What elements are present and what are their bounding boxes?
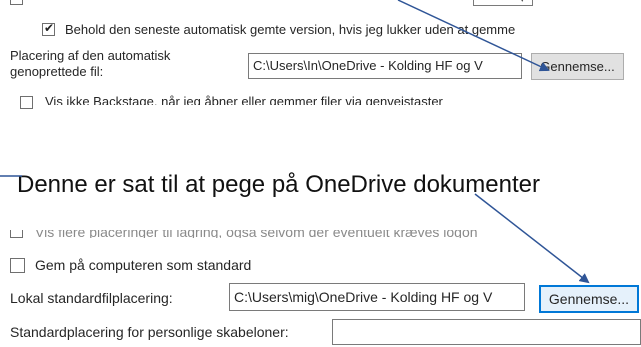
more-locations-checkbox[interactable]	[10, 230, 23, 238]
templates-location-label: Standardplacering for personlige skabelo…	[10, 324, 289, 340]
keep-autosaved-label: Behold den seneste automatisk gemte vers…	[65, 22, 516, 37]
annotation-caption: Denne er sat til at pege på OneDrive dok…	[17, 171, 540, 198]
cut-off-dropdown-arrow-icon: ▾	[520, 0, 525, 5]
backstage-label: Vis ikke Backstage, når jeg åbner eller …	[45, 94, 443, 105]
bottom-options-panel: Vis flere placeringer til lagring, også …	[0, 226, 641, 347]
save-to-computer-checkbox[interactable]	[10, 258, 25, 273]
local-location-path-field[interactable]: C:\Users\mig\OneDrive - Kolding HF og V	[229, 283, 525, 311]
keep-autosaved-checkbox[interactable]	[42, 21, 55, 36]
backstage-checkbox[interactable]	[20, 96, 33, 109]
top-options-panel: ▾ Behold den seneste automatisk gemte ve…	[0, 0, 641, 112]
autorecover-path-field[interactable]: C:\Users\In\OneDrive - Kolding HF og V	[248, 53, 522, 79]
cut-off-checkbox-top[interactable]	[10, 0, 23, 5]
autorecover-label-line1: Placering af den automatisk	[10, 48, 171, 63]
local-location-label: Lokal standardfilplacering:	[10, 290, 173, 306]
autorecover-label-line2: genoprettede fil:	[10, 64, 104, 79]
more-locations-label: Vis flere placeringer til lagring, også …	[35, 230, 478, 238]
local-location-browse-button[interactable]: Gennemse...	[539, 285, 639, 313]
save-to-computer-label: Gem på computeren som standard	[35, 257, 252, 273]
autorecover-browse-button[interactable]: Gennemse...	[531, 53, 624, 80]
templates-location-field[interactable]	[332, 319, 641, 345]
